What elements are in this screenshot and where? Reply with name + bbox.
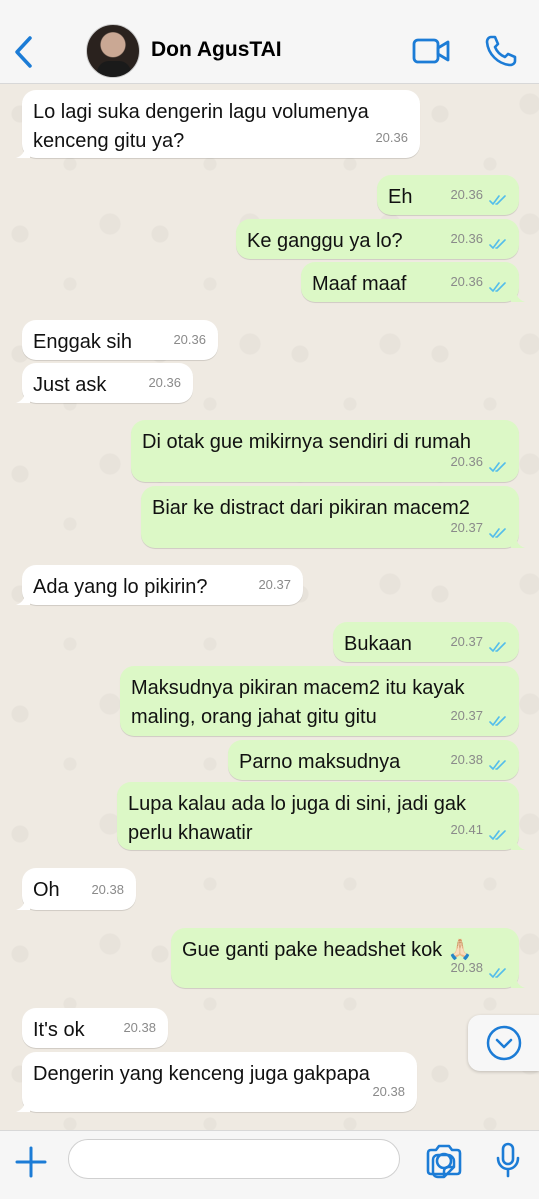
message-text: Eh — [388, 186, 413, 208]
incoming-message[interactable]: Oh 20.38 — [16, 868, 136, 910]
read-ticks-icon — [489, 239, 506, 249]
outgoing-message[interactable]: Gue ganti pake headshet kok 🙏🏻 20.38 — [171, 928, 525, 988]
outgoing-message[interactable]: Di otak gue mikirnya sendiri di rumah 20.… — [131, 420, 519, 482]
chat-header: Don AgusTAI — [0, 0, 539, 84]
message-text: Di otak gue mikirnya sendiri di rumah — [142, 431, 472, 453]
message-time: 20.36 — [173, 332, 206, 347]
message-time: 20.41 — [450, 822, 483, 837]
message-text: Dengerin yang kenceng juga gakpapa — [33, 1063, 370, 1085]
message-time: 20.36 — [450, 231, 483, 246]
read-ticks-icon — [489, 760, 506, 770]
read-ticks-icon — [489, 968, 506, 978]
microphone-icon — [496, 1142, 520, 1178]
message-text: Parno maksudnya — [239, 751, 401, 773]
read-ticks-icon — [489, 195, 506, 205]
outgoing-message[interactable]: Maaf maaf 20.36 — [301, 262, 525, 302]
message-text: Maksudnya pikiran macem2 itu kayak malin… — [131, 677, 465, 728]
message-time: 20.36 — [450, 274, 483, 289]
read-ticks-icon — [489, 716, 506, 726]
message-text: Biar ke distract dari pikiran macem2 — [152, 497, 470, 519]
camera-button[interactable] — [425, 1144, 463, 1176]
scroll-down-button[interactable] — [468, 1015, 539, 1071]
message-text: Lupa kalau ada lo juga di sini, jadi gak… — [128, 793, 467, 844]
message-time: 20.36 — [148, 375, 181, 390]
bubble-tail — [511, 836, 525, 850]
read-ticks-icon — [489, 830, 506, 840]
phone-icon — [485, 35, 517, 67]
chevron-down-circle-icon — [486, 1025, 522, 1061]
bubble-tail — [16, 144, 30, 158]
read-ticks-icon — [489, 282, 506, 292]
composer-bar — [0, 1130, 539, 1199]
message-time: 20.38 — [123, 1020, 156, 1035]
message-text: Gue ganti pake headshet kok 🙏🏻 — [182, 939, 473, 961]
incoming-message[interactable]: Enggak sih 20.36 — [22, 320, 218, 360]
bubble-tail — [16, 591, 30, 605]
message-text: Ke ganggu ya lo? — [247, 230, 403, 252]
message-text: Enggak sih — [33, 331, 132, 353]
plus-icon — [15, 1146, 47, 1178]
outgoing-message[interactable]: Lupa kalau ada lo juga di sini, jadi gak… — [117, 782, 525, 850]
outgoing-message[interactable]: Ke ganggu ya lo? 20.36 — [236, 219, 519, 259]
bubble-tail — [16, 389, 30, 403]
incoming-message[interactable]: Ada yang lo pikirin? 20.37 — [16, 565, 303, 605]
incoming-message[interactable]: Just ask 20.36 — [16, 363, 193, 403]
message-text: It's ok — [33, 1019, 85, 1041]
read-ticks-icon — [489, 462, 506, 472]
incoming-message[interactable]: It's ok 20.38 — [22, 1008, 168, 1048]
message-input[interactable] — [68, 1139, 456, 1179]
message-text: Maaf maaf — [312, 273, 407, 295]
read-ticks-icon — [489, 642, 506, 652]
outgoing-message[interactable]: Biar ke distract dari pikiran macem2 20.3… — [141, 486, 525, 548]
message-text: Bukaan — [344, 633, 412, 655]
message-time: 20.36 — [450, 187, 483, 202]
read-ticks-icon — [489, 528, 506, 538]
incoming-message[interactable]: Dengerin yang kenceng juga gakpapa 20.38 — [16, 1052, 417, 1112]
outgoing-message[interactable]: Bukaan 20.37 — [333, 622, 519, 662]
attach-button[interactable] — [14, 1145, 48, 1179]
video-camera-icon — [412, 38, 450, 64]
camera-icon — [426, 1144, 462, 1176]
chevron-left-icon — [15, 36, 32, 68]
avatar[interactable] — [86, 24, 140, 78]
bubble-tail — [511, 974, 525, 988]
message-text: Oh — [33, 879, 60, 901]
message-time: 20.37 — [450, 708, 483, 723]
bubble-tail — [16, 896, 30, 910]
message-time: 20.38 — [372, 1084, 405, 1099]
voice-call-button[interactable] — [484, 34, 518, 68]
message-time: 20.37 — [258, 577, 291, 592]
message-time: 20.36 — [450, 454, 483, 469]
outgoing-message[interactable]: Maksudnya pikiran macem2 itu kayak malin… — [120, 666, 519, 736]
message-time: 20.37 — [450, 520, 483, 535]
message-time: 20.36 — [375, 130, 408, 145]
message-time: 20.38 — [450, 752, 483, 767]
bubble-tail — [16, 1098, 30, 1112]
message-text: Just ask — [33, 374, 107, 396]
back-button[interactable] — [8, 34, 38, 70]
outgoing-message[interactable]: Parno maksudnya 20.38 — [228, 740, 519, 780]
message-text: Ada yang lo pikirin? — [33, 576, 208, 598]
bubble-tail — [511, 534, 525, 548]
bubble-tail — [511, 288, 525, 302]
outgoing-message[interactable]: Eh 20.36 — [377, 175, 519, 215]
contact-name[interactable]: Don AgusTAI — [151, 38, 282, 62]
microphone-button[interactable] — [495, 1142, 521, 1178]
message-text: Lo lagi suka dengerin lagu volumenya ken… — [33, 101, 369, 152]
video-call-button[interactable] — [412, 36, 450, 66]
message-time: 20.38 — [91, 882, 124, 897]
incoming-message[interactable]: Lo lagi suka dengerin lagu volumenya ken… — [16, 90, 420, 158]
message-time: 20.38 — [450, 960, 483, 975]
message-time: 20.37 — [450, 634, 483, 649]
